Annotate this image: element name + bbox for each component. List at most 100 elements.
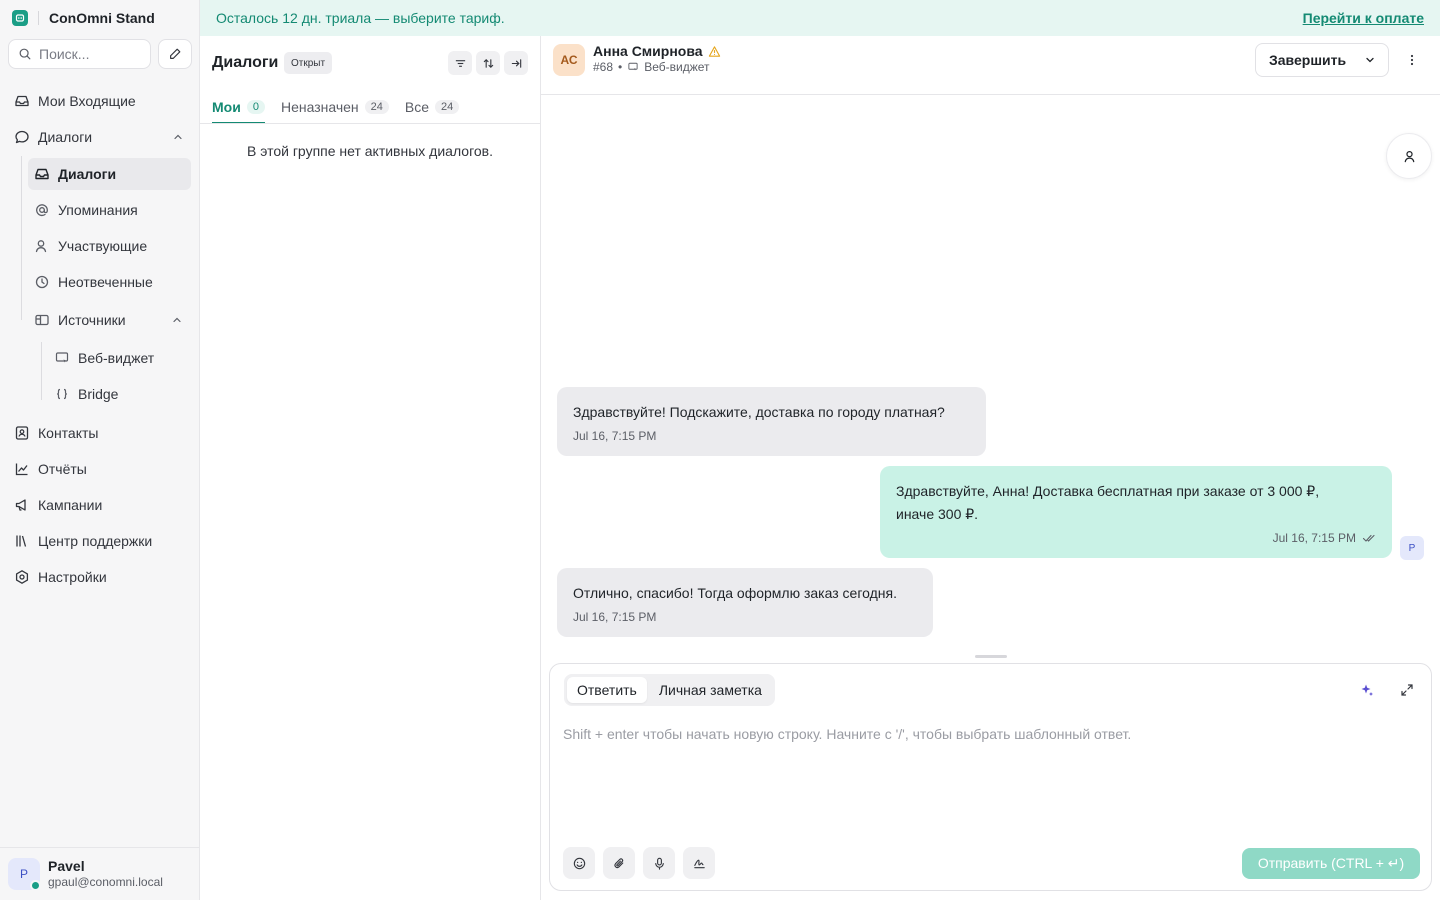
brand-name: ConOmni Stand [49, 10, 155, 26]
sources-icon [35, 314, 49, 326]
web-widget-icon [628, 62, 638, 71]
warning-icon [708, 45, 720, 57]
search-box[interactable] [8, 39, 151, 69]
tabs-divider [200, 123, 540, 124]
arrow-to-right-icon [511, 58, 521, 68]
attach-file-button[interactable] [603, 847, 635, 879]
contact-name: Анна Смирнова [593, 43, 703, 59]
resize-handle[interactable] [975, 655, 1007, 658]
tab-mine[interactable]: Мои 0 [212, 90, 265, 124]
contact-name-row[interactable]: Анна Смирнова [593, 43, 721, 59]
conversation-tabs: Мои 0 Неназначен 24 Все 24 [212, 90, 460, 124]
message-time-row: Jul 16, 7:15 PM [896, 530, 1376, 546]
conversation-list-panel: Диалоги Открыт Мои 0 Неназначен 24 Все 2… [200, 36, 541, 900]
inbox-icon [15, 95, 29, 107]
go-to-payment-link[interactable]: Перейти к оплате [1303, 10, 1424, 26]
sidebar-item-mentions[interactable]: Упоминания [28, 194, 191, 226]
tab-count: 24 [435, 100, 460, 114]
tab-label: Неназначен [280, 99, 359, 115]
sidebar-item-label: Участвующие [58, 238, 148, 254]
sidebar-item-settings[interactable]: Настройки [8, 561, 192, 593]
chevron-up-icon[interactable] [171, 314, 183, 326]
tab-count: 0 [246, 100, 265, 114]
channel-name: Веб-виджет [644, 60, 710, 74]
agent-avatar: P [1400, 536, 1424, 560]
sidebar-item-label: Настройки [38, 569, 107, 585]
tab-unassigned[interactable]: Неназначен 24 [281, 90, 389, 124]
tab-count: 24 [364, 100, 389, 114]
library-icon [16, 535, 27, 547]
sidebar-item-bridge[interactable]: Bridge [48, 378, 191, 410]
sidebar-item-web-widget[interactable]: Веб-виджет [48, 342, 191, 374]
tab-private-note[interactable]: Личная заметка [649, 677, 772, 703]
sidebar-item-label: Неотвеченные [58, 274, 153, 290]
sort-button[interactable] [476, 51, 500, 75]
sidebar-item-label: Веб-виджет [78, 350, 155, 366]
reply-textarea[interactable] [563, 726, 1413, 836]
sidebar-item-conversations[interactable]: Диалоги [8, 121, 192, 153]
tree-line [21, 156, 22, 320]
user-name: Pavel [48, 858, 85, 874]
sidebar-item-label: Центр поддержки [38, 533, 153, 549]
sidebar-item-contacts[interactable]: Контакты [8, 417, 192, 449]
meta-separator: • [618, 60, 623, 74]
sidebar-item-participating[interactable]: Участвующие [28, 230, 191, 262]
brand[interactable]: ConOmni Stand [12, 8, 155, 28]
resolve-button[interactable]: Завершить [1255, 43, 1389, 77]
trial-banner-text: Осталось 12 дн. триала — выберите тариф. [216, 10, 505, 26]
sidebar-item-label: Мои Входящие [38, 93, 136, 109]
chevron-up-icon[interactable] [172, 131, 184, 143]
expand-editor-button[interactable] [1397, 680, 1417, 700]
sidebar: ConOmni Stand Мои Входящие Диалоги Диало… [0, 0, 200, 900]
gear-icon [15, 570, 29, 584]
message-text-line: Здравствуйте, Анна! Доставка бесплатная … [896, 483, 1320, 499]
sidebar-item-label: Источники [58, 312, 126, 328]
sidebar-item-unattended[interactable]: Неотвеченные [28, 266, 191, 298]
filter-icon [455, 59, 465, 67]
signature-button[interactable] [683, 847, 715, 879]
contact-avatar[interactable]: АС [553, 44, 585, 76]
sidebar-item-help-center[interactable]: Центр поддержки [8, 525, 192, 557]
message-time: Jul 16, 7:15 PM [1272, 531, 1356, 545]
user-icon [1404, 150, 1414, 162]
search-icon [19, 48, 31, 60]
tab-label: Все [404, 99, 430, 115]
search-input[interactable] [39, 46, 139, 62]
conversation-id: #68 [593, 60, 614, 74]
reply-mode-tabs: Ответить Личная заметка [564, 674, 775, 706]
message-outgoing: Здравствуйте, Анна! Доставка бесплатная … [880, 466, 1392, 558]
status-filter-badge[interactable]: Открыт [284, 52, 333, 74]
message-incoming: Отлично, спасибо! Тогда оформлю заказ се… [557, 568, 933, 637]
sidebar-item-inbox[interactable]: Мои Входящие [8, 85, 192, 117]
ai-assist-button[interactable] [1357, 680, 1377, 700]
record-audio-button[interactable] [643, 847, 675, 879]
message-incoming: Здравствуйте! Подскажите, доставка по го… [557, 387, 986, 456]
emoji-button[interactable] [563, 847, 595, 879]
sidebar-item-reports[interactable]: Отчёты [8, 453, 192, 485]
list-title: Диалоги [212, 54, 279, 71]
at-sign-icon [36, 204, 48, 217]
user-profile[interactable]: P Pavel gpaul@conomni.local [0, 847, 200, 900]
send-button[interactable]: Отправить (CTRL + ↵) [1242, 848, 1420, 879]
sidebar-item-label: Bridge [78, 386, 119, 402]
empty-state-message: В этой группе нет активных диалогов. [247, 143, 493, 159]
collapse-panel-button[interactable] [504, 51, 528, 75]
online-status-icon [30, 880, 41, 891]
tab-reply[interactable]: Ответить [567, 677, 647, 703]
chat-bubble-icon [15, 130, 29, 144]
sidebar-item-campaigns[interactable]: Кампании [8, 489, 192, 521]
sidebar-item-all-conversations[interactable]: Диалоги [28, 158, 191, 190]
compose-button[interactable] [158, 39, 192, 69]
paperclip-icon [613, 857, 623, 868]
filter-button[interactable] [448, 51, 472, 75]
sidebar-item-sources[interactable]: Источники [28, 304, 191, 336]
contact-details-button[interactable] [1386, 133, 1432, 179]
tab-all[interactable]: Все 24 [404, 90, 460, 124]
conversation-view: АС Анна Смирнова #68 • Веб-виджет Заверш… [541, 36, 1440, 900]
sidebar-item-label: Диалоги [38, 129, 93, 145]
more-options-button[interactable] [1400, 48, 1424, 72]
megaphone-icon [15, 499, 26, 511]
expand-icon [1401, 684, 1413, 696]
sidebar-item-label: Отчёты [38, 461, 87, 477]
web-widget-icon [55, 352, 69, 363]
